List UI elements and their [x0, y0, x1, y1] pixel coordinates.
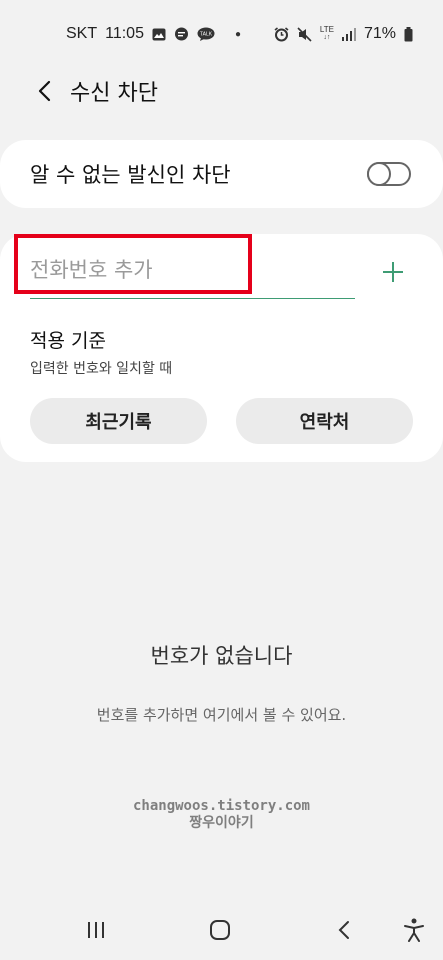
- contacts-button[interactable]: 연락처: [236, 398, 413, 444]
- watermark-url: changwoos.tistory.com: [132, 798, 310, 814]
- notification-dot-icon: ●: [234, 28, 242, 40]
- add-number-card: 적용 기준 입력한 번호와 일치할 때 최근기록 연락처: [0, 234, 443, 462]
- plus-icon: [383, 262, 403, 282]
- nav-back-icon: [338, 921, 349, 939]
- signal-icon: [341, 27, 356, 41]
- phone-number-input[interactable]: [30, 248, 330, 292]
- add-number-button[interactable]: [381, 260, 405, 284]
- recent-apps-icon: [88, 922, 104, 938]
- network-label: LTE: [319, 25, 334, 34]
- gallery-icon: [152, 28, 166, 41]
- battery-icon: [404, 26, 413, 42]
- chevron-left-icon: [38, 80, 51, 102]
- page-header: 수신 차단: [0, 68, 443, 114]
- status-time: 11:05: [105, 25, 144, 42]
- status-bar: SKT 11:05 TALK ● LTE ↓↑ 71%: [0, 0, 443, 68]
- block-unknown-callers-toggle[interactable]: [367, 162, 411, 186]
- watermark: changwoos.tistory.com 짱우이야기: [0, 798, 443, 832]
- nav-back-button[interactable]: [328, 914, 360, 946]
- status-left: SKT 11:05 TALK ●: [66, 25, 241, 43]
- accessibility-button[interactable]: [398, 914, 430, 946]
- empty-state-description: 번호를 추가하면 여기에서 볼 수 있어요.: [96, 706, 347, 724]
- watermark-name: 짱우이야기: [189, 815, 254, 831]
- alarm-icon: [274, 26, 289, 42]
- navigation-bar: [0, 900, 443, 960]
- home-icon: [210, 920, 230, 940]
- talk-icon: TALK: [197, 27, 215, 41]
- block-unknown-callers-label: 알 수 없는 발신인 차단: [30, 163, 231, 187]
- lte-icon: LTE ↓↑: [320, 26, 334, 42]
- accessibility-icon: [404, 918, 424, 942]
- phone-input-underline: [30, 234, 355, 299]
- criteria-title: 적용 기준: [30, 330, 106, 352]
- empty-state-title: 번호가 없습니다: [150, 644, 293, 668]
- data-arrows-icon: ↓↑: [323, 34, 331, 41]
- criteria-description: 입력한 번호와 일치할 때: [30, 361, 173, 377]
- page-title: 수신 차단: [70, 81, 158, 106]
- status-right: LTE ↓↑ 71%: [274, 25, 413, 43]
- toggle-knob: [367, 162, 391, 186]
- home-button[interactable]: [204, 914, 236, 946]
- recent-log-button[interactable]: 최근기록: [30, 398, 207, 444]
- recent-apps-button[interactable]: [80, 914, 112, 946]
- mute-icon: [297, 26, 312, 42]
- block-unknown-callers-row[interactable]: 알 수 없는 발신인 차단: [0, 140, 443, 208]
- battery-label: 71%: [363, 25, 396, 42]
- carrier-label: SKT: [66, 25, 98, 42]
- back-button[interactable]: [24, 71, 64, 111]
- chat-icon: [174, 27, 189, 41]
- svg-text:TALK: TALK: [200, 32, 213, 38]
